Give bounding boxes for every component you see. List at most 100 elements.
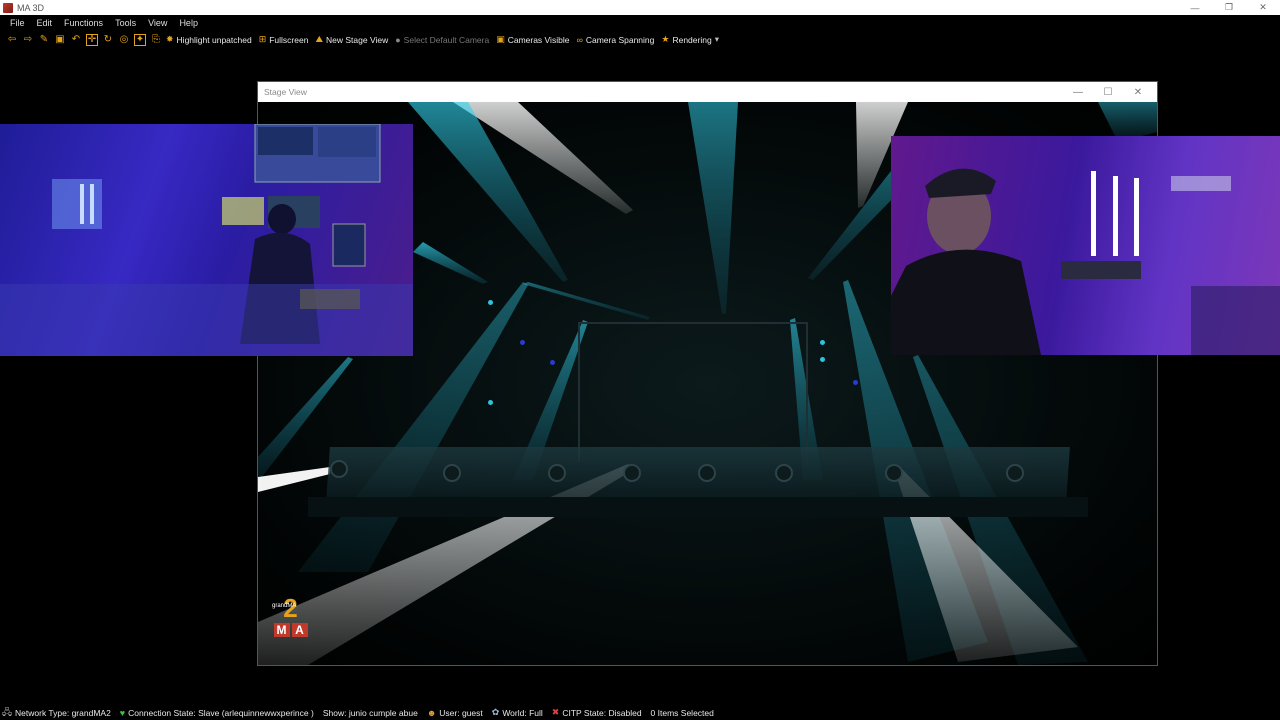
- citp-state-text: CITP State: Disabled: [562, 707, 642, 718]
- led-par-dot: [820, 340, 825, 345]
- maximize-icon[interactable]: ☐: [1093, 82, 1123, 102]
- minimize-icon[interactable]: —: [1063, 82, 1093, 102]
- moving-head-fixture[interactable]: [775, 464, 793, 482]
- stage-icon: ⛰: [315, 34, 324, 44]
- moving-head-fixture[interactable]: [1006, 464, 1024, 482]
- sparkle-icon: ✸: [166, 34, 174, 44]
- chevron-down-icon[interactable]: ▾: [715, 34, 719, 45]
- cameras-visible-button[interactable]: ▣ Cameras Visible: [496, 34, 569, 45]
- star-icon: ★: [661, 34, 670, 44]
- close-icon[interactable]: ✕: [1246, 0, 1280, 15]
- show-name-text: Show: junio cumple abue: [322, 707, 418, 718]
- camera-spanning-label: Camera Spanning: [585, 34, 655, 45]
- stage-view-title-bar[interactable]: Stage View — ☐ ✕: [258, 82, 1157, 102]
- world[interactable]: ✿ World: Full: [492, 707, 543, 718]
- moving-head-fixture[interactable]: [330, 460, 348, 478]
- moving-head-fixture[interactable]: [623, 464, 641, 482]
- citp-state[interactable]: ✖ CITP State: Disabled: [552, 707, 642, 718]
- network-icon: 🖧: [2, 706, 13, 717]
- grandma2-logo: 2 grandMA M A: [268, 595, 313, 657]
- stage-view-title: Stage View: [264, 87, 307, 97]
- beam-cyan-mid-2: [523, 282, 650, 320]
- beam-cyan-top-2: [688, 102, 738, 314]
- new-stage-view-button[interactable]: ⛰ New Stage View: [315, 34, 388, 45]
- fixture-add-icon[interactable]: ✦: [134, 33, 146, 46]
- close-icon[interactable]: ✕: [1123, 82, 1153, 102]
- world-text: World: Full: [502, 707, 543, 718]
- glasses-icon: ∞: [576, 34, 583, 45]
- menu-functions[interactable]: Functions: [58, 18, 109, 28]
- items-selected: 0 Items Selected: [651, 708, 714, 718]
- moving-head-fixture[interactable]: [548, 464, 566, 482]
- restore-icon[interactable]: ❐: [1212, 0, 1246, 15]
- moving-head-fixture[interactable]: [885, 464, 903, 482]
- user[interactable]: ☻ User: guest: [427, 708, 483, 718]
- camera-feed-operator: [891, 136, 1280, 355]
- arrow-right-icon[interactable]: ⇨: [22, 34, 34, 46]
- beam-cyan-mid-1: [413, 242, 488, 284]
- status-bar: 🖧 Network Type: grandMA2 ♥ Connection St…: [0, 705, 1280, 720]
- menu-view[interactable]: View: [142, 18, 173, 28]
- highlight-unpatched-button[interactable]: ✸ Highlight unpatched: [166, 34, 252, 45]
- logo-letter-m: M: [273, 623, 290, 637]
- window-title-bar: MA 3D — ❐ ✕: [0, 0, 1280, 15]
- select-default-camera-label: Select Default Camera: [403, 34, 490, 45]
- connection-state: ♥ Connection State: Slave (arlequinnewwx…: [120, 708, 314, 718]
- world-icon: ✿: [491, 707, 500, 717]
- menu-edit[interactable]: Edit: [31, 18, 59, 28]
- fullscreen-icon: ⊞: [258, 34, 267, 44]
- truss-structure: [578, 322, 808, 462]
- fullscreen-label: Fullscreen: [269, 34, 309, 45]
- undo-icon[interactable]: ↶: [70, 34, 82, 46]
- menu-file[interactable]: File: [4, 18, 31, 28]
- led-par-dot: [820, 357, 825, 362]
- logo-brand: grandMA: [272, 603, 297, 609]
- camera-icon: ▣: [496, 34, 505, 44]
- select-default-camera-button[interactable]: ● Select Default Camera: [395, 35, 489, 45]
- led-par-dot: [853, 380, 858, 385]
- network-type-text: Network Type: grandMA2: [15, 707, 111, 718]
- moving-head-fixture[interactable]: [443, 464, 461, 482]
- led-par-dot: [488, 400, 493, 405]
- app-logo-icon: [3, 2, 13, 13]
- rendering-button[interactable]: ★ Rendering ▾: [661, 34, 719, 45]
- rotate-icon[interactable]: ↻: [102, 34, 114, 46]
- window-controls: — ❐ ✕: [1178, 0, 1280, 15]
- rendering-label: Rendering: [672, 34, 712, 45]
- moving-head-fixture[interactable]: [698, 464, 716, 482]
- minimize-icon[interactable]: —: [1178, 0, 1212, 15]
- operator-scene-image: [891, 136, 1280, 355]
- user-icon: ☻: [426, 707, 437, 718]
- stage-view-controls: — ☐ ✕: [1063, 82, 1153, 102]
- led-par-dot: [520, 340, 525, 345]
- led-par-dot: [550, 360, 555, 365]
- heart-icon: ♥: [119, 707, 126, 718]
- export-icon[interactable]: ⎘: [150, 34, 162, 46]
- logo-letters: M A: [268, 623, 313, 637]
- stage-front: [308, 497, 1088, 517]
- user-text: User: guest: [439, 707, 483, 718]
- toolbar: ⇦ ⇨ ✎ ▣ ↶ ✛ ↻ ◎ ✦ ⎘ ✸ Highlight unpatche…: [0, 31, 1280, 48]
- window-title: MA 3D: [17, 2, 45, 13]
- cameras-visible-label: Cameras Visible: [507, 34, 570, 45]
- citp-icon: ✖: [551, 707, 560, 717]
- camera-feed-studio: [0, 124, 413, 356]
- save-icon[interactable]: ▣: [54, 34, 66, 46]
- arrow-left-icon[interactable]: ⇦: [6, 34, 18, 46]
- target-icon[interactable]: ◎: [118, 34, 130, 46]
- new-stage-view-label: New Stage View: [326, 34, 389, 45]
- open-icon[interactable]: ✎: [38, 34, 50, 46]
- menu-help[interactable]: Help: [173, 18, 204, 28]
- led-par-dot: [488, 300, 493, 305]
- logo-letter-a: A: [291, 623, 308, 637]
- menu-bar: File Edit Functions Tools View Help: [0, 15, 1280, 30]
- show-name: Show: junio cumple abue: [323, 708, 418, 718]
- items-selected-text: 0 Items Selected: [650, 707, 714, 718]
- camera-spanning-button[interactable]: ∞ Camera Spanning: [576, 35, 654, 45]
- move-icon[interactable]: ✛: [86, 33, 98, 46]
- studio-scene-image: [0, 124, 413, 356]
- menu-tools[interactable]: Tools: [109, 18, 142, 28]
- fullscreen-button[interactable]: ⊞ Fullscreen: [259, 34, 309, 45]
- highlight-unpatched-label: Highlight unpatched: [176, 34, 252, 45]
- beam-white-left-edge: [258, 467, 330, 492]
